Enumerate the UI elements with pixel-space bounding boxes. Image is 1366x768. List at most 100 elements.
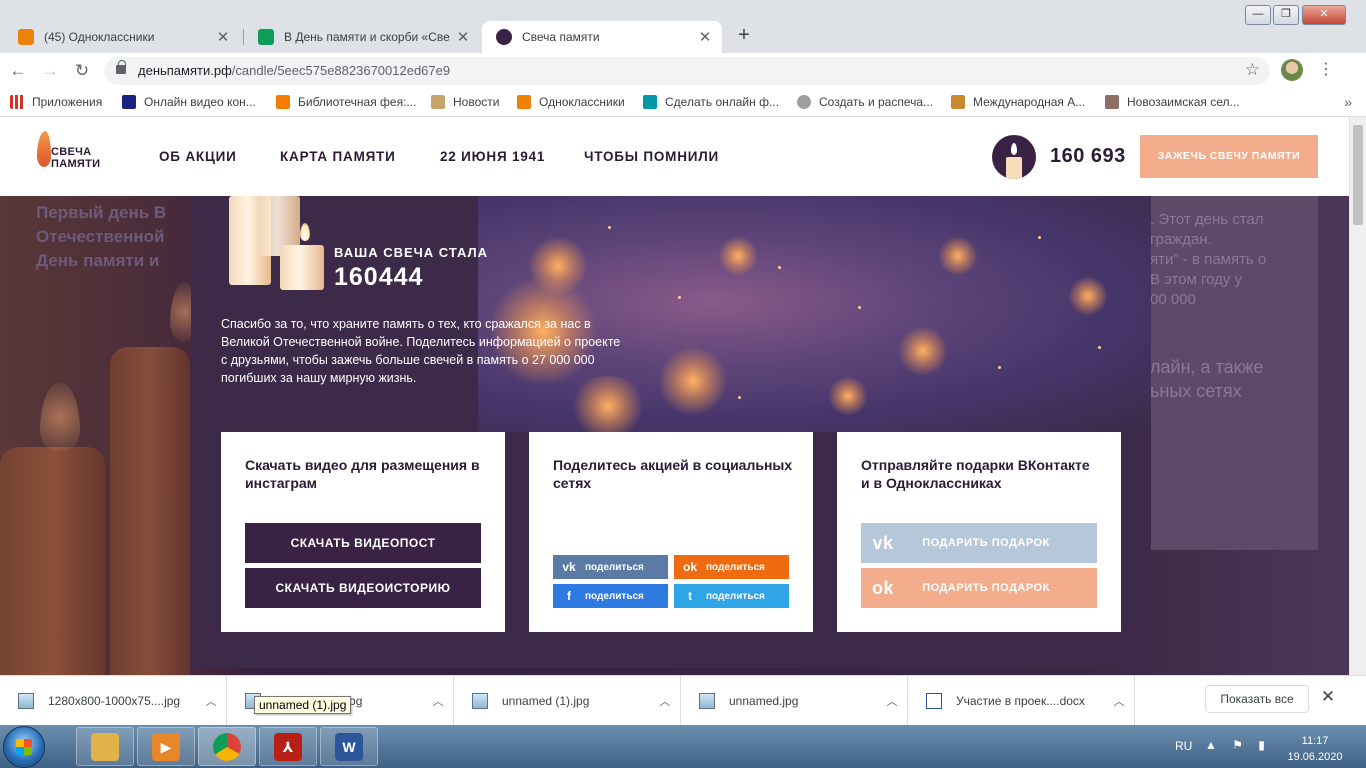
download-item[interactable]: Участие в проек....docx ︿ — [908, 676, 1135, 726]
gift-label: ПОДАРИТЬ ПОДАРОК — [922, 582, 1050, 594]
browser-toolbar: ← → ↻ деньпамяти.рф/candle/5eec575e88236… — [0, 53, 1366, 89]
image-file-icon — [18, 693, 34, 709]
bookmark-news[interactable]: Новости — [431, 95, 499, 109]
bookmark-label: Онлайн видео кон... — [144, 95, 256, 109]
share-facebook-button[interactable]: f поделиться — [553, 584, 668, 608]
ok-icon — [517, 95, 531, 109]
bookmark-label: Новости — [453, 95, 500, 109]
background-candle — [110, 347, 190, 675]
candle-counter-icon — [992, 135, 1036, 179]
bookmark-video[interactable]: Онлайн видео кон... — [122, 95, 256, 109]
menu-kebab-icon[interactable]: ⋮ — [1318, 59, 1334, 79]
minimize-button[interactable]: — — [1245, 5, 1271, 25]
share-vk-button[interactable]: vk поделиться — [553, 555, 668, 579]
bookmark-award[interactable]: Международная А... — [951, 95, 1085, 109]
bookmark-photo[interactable]: Новозаимская сел... — [1105, 95, 1240, 109]
memory-map-image — [478, 196, 1151, 432]
system-tray-icons[interactable]: ▲ ⚑ ▮ — [1205, 738, 1271, 752]
close-window-button[interactable]: ✕ — [1302, 5, 1346, 25]
close-tab-icon[interactable]: ✕ — [216, 28, 230, 46]
chevron-up-icon[interactable]: ︿ — [423, 693, 453, 709]
taskbar-chrome[interactable] — [198, 727, 256, 766]
forward-arrow-icon[interactable]: → — [38, 59, 62, 83]
system-clock[interactable]: 11:17 19.06.2020 — [1285, 733, 1345, 765]
ok-icon — [18, 29, 34, 45]
gift-vk-button[interactable]: vk ПОДАРИТЬ ПОДАРОК — [861, 523, 1097, 563]
download-name: unnamed (1).jpg — [502, 694, 590, 708]
download-item[interactable]: unnamed (1).jpg ︿ — [454, 676, 681, 726]
close-tab-icon[interactable]: ✕ — [698, 28, 712, 46]
chevron-right-more-icon[interactable]: » — [1344, 94, 1352, 110]
browser-tab-strip: (45) Одноклассники ✕ В День памяти и ско… — [0, 0, 1366, 53]
chevron-up-icon[interactable]: ︿ — [196, 693, 226, 709]
reload-icon[interactable]: ↻ — [70, 59, 94, 83]
online-icon — [643, 95, 657, 109]
bookmark-online[interactable]: Сделать онлайн ф... — [643, 95, 779, 109]
candle-image — [280, 245, 324, 290]
background-paragraph: . Этот день стал граждан. яти" - в памят… — [1150, 211, 1267, 308]
bookmark-ok[interactable]: Одноклассники — [517, 95, 625, 109]
candle-icon — [496, 29, 512, 45]
profile-avatar[interactable] — [1281, 59, 1303, 81]
tab-svecha-pamyati[interactable]: Свеча памяти ✕ — [482, 21, 722, 53]
nav-22-iyunya[interactable]: 22 ИЮНЯ 1941 — [440, 149, 545, 164]
page-scrollbar[interactable] — [1349, 117, 1366, 675]
taskbar-explorer[interactable] — [76, 727, 134, 766]
close-downloads-icon[interactable]: ✕ — [1320, 687, 1336, 707]
bookmark-label: Сделать онлайн ф... — [665, 95, 779, 109]
vk-icon: vk — [872, 532, 894, 553]
candle-counter: 160 693 — [1050, 145, 1126, 167]
share-label: поделиться — [706, 590, 765, 602]
ok-icon: ok — [682, 560, 697, 574]
language-indicator[interactable]: RU — [1175, 739, 1192, 753]
chevron-up-icon[interactable]: ︿ — [877, 693, 907, 709]
bookmark-blogger[interactable]: Библиотечная фея:... — [276, 95, 416, 109]
taskbar-acrobat[interactable]: ⅄ — [259, 727, 317, 766]
site-header: СВЕЧА ПАМЯТИ ОБ АКЦИИ КАРТА ПАМЯТИ 22 ИЮ… — [0, 117, 1349, 196]
share-label: поделиться — [706, 561, 765, 573]
download-videostory-button[interactable]: СКАЧАТЬ ВИДЕОИСТОРИЮ — [245, 568, 481, 608]
svecha-pamyati-logo[interactable]: СВЕЧА ПАМЯТИ — [35, 129, 107, 173]
close-tab-icon[interactable]: ✕ — [456, 28, 470, 46]
share-twitter-button[interactable]: t поделиться — [674, 584, 789, 608]
candle-flame-icon — [300, 223, 310, 241]
maximize-button[interactable]: ❐ — [1273, 5, 1299, 25]
image-file-icon — [472, 693, 488, 709]
vk-icon: vk — [562, 560, 576, 574]
lock-icon — [116, 60, 126, 74]
share-ok-button[interactable]: ok поделиться — [674, 555, 789, 579]
bookmark-print[interactable]: Создать и распеча... — [797, 95, 933, 109]
bookmark-star-icon[interactable]: ☆ — [1245, 60, 1260, 80]
url-text: деньпамяти.рф/candle/5eec575e8823670012e… — [138, 63, 450, 78]
scrollbar-thumb[interactable] — [1353, 125, 1363, 225]
taskbar-word[interactable]: W — [320, 727, 378, 766]
bookmark-apps[interactable]: Приложения — [10, 95, 102, 109]
card-download-video: Скачать видео для размещения в инстаграм… — [221, 432, 505, 632]
download-item[interactable]: unnamed.jpg ︿ — [681, 676, 908, 726]
tab-odnoklassniki[interactable]: (45) Одноклассники ✕ — [4, 21, 240, 53]
nav-ob-aktsii[interactable]: ОБ АКЦИИ — [159, 149, 237, 164]
nav-karta-pamyati[interactable]: КАРТА ПАМЯТИ — [280, 149, 396, 164]
url-path: /candle/5eec575e8823670012ed67e9 — [231, 63, 451, 78]
address-bar[interactable]: деньпамяти.рф/candle/5eec575e8823670012e… — [104, 57, 1270, 85]
twitter-icon: t — [688, 589, 692, 603]
download-videopost-button[interactable]: СКАЧАТЬ ВИДЕОПОСТ — [245, 523, 481, 563]
gift-ok-button[interactable]: ok ПОДАРИТЬ ПОДАРОК — [861, 568, 1097, 608]
windows-taskbar: ▶ ⅄ W — [0, 725, 1366, 768]
start-button[interactable] — [3, 726, 45, 768]
print-icon — [797, 95, 811, 109]
light-candle-button[interactable]: ЗАЖЕЧЬ СВЕЧУ ПАМЯТИ — [1140, 135, 1318, 178]
back-arrow-icon[interactable]: ← — [6, 59, 30, 83]
nav-chtoby-pomnili[interactable]: ЧТОБЫ ПОМНИЛИ — [584, 149, 719, 164]
new-tab-button[interactable]: + — [731, 23, 757, 49]
download-name: Участие в проек....docx — [956, 694, 1085, 708]
taskbar-media-player[interactable]: ▶ — [137, 727, 195, 766]
chevron-up-icon[interactable]: ︿ — [1104, 693, 1134, 709]
tab-den-pamyati-article[interactable]: В День памяти и скорби «Свеча ✕ — [244, 21, 480, 53]
tab-title: Свеча памяти — [522, 30, 600, 44]
bookmark-label: Создать и распеча... — [819, 95, 934, 109]
show-all-downloads-button[interactable]: Показать все — [1205, 685, 1309, 713]
download-item[interactable]: 1280x800-1000x75....jpg ︿ — [0, 676, 227, 726]
chevron-up-icon[interactable]: ︿ — [650, 693, 680, 709]
card-gifts: Отправляйте подарки ВКонтакте и в Однокл… — [837, 432, 1121, 632]
